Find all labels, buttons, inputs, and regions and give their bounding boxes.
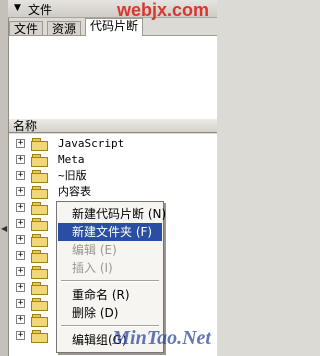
expand-icon[interactable]: + bbox=[16, 171, 25, 180]
tree-item[interactable]: + 内容表 bbox=[9, 184, 217, 200]
tree-item-label: Meta bbox=[58, 153, 85, 166]
panel-tabs: 文件 资源 代码片断 bbox=[9, 18, 217, 36]
folder-icon bbox=[31, 314, 48, 327]
column-header-name[interactable]: 名称 bbox=[9, 118, 217, 133]
folder-icon bbox=[31, 234, 48, 247]
expand-icon[interactable]: + bbox=[16, 283, 25, 292]
folder-icon bbox=[31, 266, 48, 279]
menu-new-snippet[interactable]: 新建代码片断 (N) bbox=[58, 205, 166, 223]
tree-item[interactable]: + Meta bbox=[9, 152, 217, 168]
expand-icon[interactable]: + bbox=[16, 139, 25, 148]
folder-icon bbox=[31, 218, 48, 231]
menu-rename[interactable]: 重命名 (R) bbox=[58, 286, 162, 304]
tab-files[interactable]: 文件 bbox=[9, 21, 44, 36]
folder-icon bbox=[31, 298, 48, 311]
expand-icon[interactable]: + bbox=[16, 187, 25, 196]
collapse-arrow-icon[interactable]: ◀ bbox=[1, 224, 7, 233]
snippet-preview-area bbox=[9, 35, 217, 118]
tree-item[interactable]: + ~旧版 bbox=[9, 168, 217, 184]
menu-edit[interactable]: 编辑 (E) bbox=[58, 241, 162, 259]
tree-item-label: ~旧版 bbox=[58, 169, 87, 182]
expand-icon[interactable]: + bbox=[16, 203, 25, 212]
folder-icon bbox=[31, 154, 48, 167]
watermark-bottom: MinTao.Net bbox=[112, 327, 211, 349]
expand-icon[interactable]: + bbox=[16, 235, 25, 244]
folder-icon bbox=[31, 138, 48, 151]
folder-icon bbox=[31, 170, 48, 183]
expand-icon[interactable]: + bbox=[16, 267, 25, 276]
tree-item[interactable]: + JavaScript bbox=[9, 136, 217, 152]
menu-new-folder[interactable]: 新建文件夹 (F) bbox=[58, 223, 162, 241]
menu-delete[interactable]: 删除 (D) bbox=[58, 304, 162, 322]
tab-assets[interactable]: 资源 bbox=[47, 21, 82, 36]
panel-title: 文件 bbox=[28, 3, 53, 17]
panel-left-strip: ◀ bbox=[0, 0, 9, 356]
folder-icon bbox=[31, 330, 48, 343]
expand-icon[interactable]: + bbox=[16, 331, 25, 340]
expand-icon[interactable]: + bbox=[16, 315, 25, 324]
expand-icon[interactable]: + bbox=[16, 299, 25, 308]
expand-icon[interactable]: + bbox=[16, 155, 25, 164]
tree-item-label: 内容表 bbox=[58, 185, 91, 198]
folder-icon bbox=[31, 250, 48, 263]
folder-icon bbox=[31, 186, 48, 199]
expand-icon[interactable]: + bbox=[16, 219, 25, 228]
expand-icon[interactable]: + bbox=[16, 251, 25, 260]
folder-icon bbox=[31, 282, 48, 295]
folder-icon bbox=[31, 202, 48, 215]
tab-snippets[interactable]: 代码片断 bbox=[85, 18, 144, 36]
menu-separator bbox=[61, 280, 159, 282]
menu-insert[interactable]: 插入 (I) bbox=[58, 259, 162, 277]
panel-collapse-icon[interactable]: ▼ bbox=[14, 3, 21, 13]
tree-item-label: JavaScript bbox=[58, 137, 125, 150]
